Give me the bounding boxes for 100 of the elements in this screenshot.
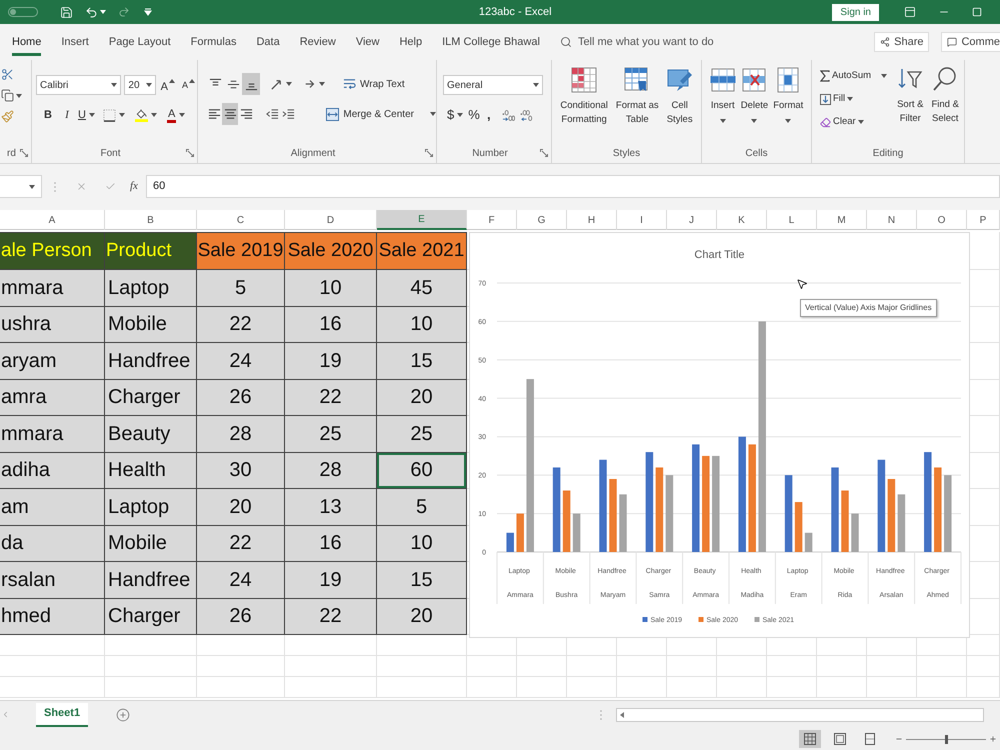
align-right-icon <box>240 108 253 120</box>
wrap-text-button[interactable]: Wrap Text <box>343 73 405 95</box>
caret-icon <box>430 112 436 116</box>
italic-button[interactable]: I <box>60 105 74 125</box>
table-cell: 5 <box>377 489 467 526</box>
column-header[interactable]: E <box>377 210 467 230</box>
percent-button[interactable]: % <box>468 105 480 125</box>
share-button[interactable]: Share <box>874 32 930 52</box>
table-cell: 25 <box>285 416 377 452</box>
find-select-button[interactable]: Find & Select <box>931 66 959 132</box>
dialog-launcher-icon[interactable] <box>20 149 28 157</box>
font-size-dropdown[interactable]: 20 <box>124 75 156 95</box>
font-color-button[interactable]: A <box>166 105 186 125</box>
ribbon-tab[interactable]: ILM College Bhawal <box>442 32 540 56</box>
grid-cell <box>467 656 517 677</box>
clear-button[interactable]: Clear <box>818 112 890 132</box>
formula-input[interactable]: 60 <box>146 175 1000 198</box>
ribbon-tab[interactable]: Review <box>300 32 336 56</box>
group-label: Cells <box>745 146 768 160</box>
decrease-decimal-icon[interactable] <box>520 108 533 122</box>
page-break-icon <box>864 733 876 745</box>
add-sheet-icon[interactable] <box>116 708 130 722</box>
grid-cell <box>517 656 567 677</box>
ribbon-tab[interactable]: Formulas <box>190 32 236 56</box>
font-color-letter: A <box>166 108 176 122</box>
grid-cell <box>517 677 567 698</box>
style-button[interactable]: Cell Styles <box>666 67 694 127</box>
ribbon-tab[interactable]: Help <box>399 32 422 56</box>
align-center-button[interactable] <box>222 103 238 125</box>
cells-button[interactable]: Format <box>773 67 804 123</box>
customize-toolbar-icon[interactable] <box>144 8 152 16</box>
caret-icon <box>168 79 175 83</box>
restore-icon[interactable] <box>972 7 982 17</box>
table-cell: 28 <box>285 452 377 489</box>
dialog-launcher-icon[interactable] <box>186 149 194 157</box>
style-button[interactable]: Conditional Formatting <box>559 67 609 127</box>
ribbon-tab[interactable]: Home <box>12 32 42 56</box>
shrink-font-button[interactable]: A <box>180 75 197 95</box>
cells-button[interactable]: Delete <box>740 67 768 123</box>
scissors-icon[interactable] <box>1 68 14 81</box>
style-button[interactable]: Format as Table <box>614 67 660 127</box>
save-icon[interactable] <box>60 6 73 18</box>
grid-cell <box>817 677 867 698</box>
tell-me-field[interactable]: Tell me what you want to do <box>578 33 738 51</box>
font-name-dropdown[interactable]: Calibri <box>36 75 122 95</box>
ribbon-tab[interactable]: View <box>356 32 380 56</box>
cells-button[interactable]: Insert <box>710 67 736 123</box>
ribbon-tab[interactable]: Insert <box>61 32 89 56</box>
comma-button[interactable]: , <box>484 105 493 125</box>
table-cell: 24 <box>197 562 285 598</box>
caret-icon <box>150 113 157 117</box>
sort-filter-button[interactable]: Sort & Filter <box>897 66 924 132</box>
caret-icon <box>319 82 325 86</box>
group-label: Styles <box>612 146 640 160</box>
bold-button[interactable]: B <box>40 105 56 125</box>
table-cell: 22 <box>197 306 285 343</box>
grow-font-button[interactable]: A <box>158 75 177 95</box>
caret-icon <box>88 113 95 117</box>
undo-button[interactable] <box>85 6 106 18</box>
merge-center-button[interactable]: Merge & Center <box>326 103 436 125</box>
increase-decimal-icon[interactable] <box>502 108 515 122</box>
align-bottom-button[interactable] <box>242 73 260 95</box>
ribbon-tab[interactable]: Page Layout <box>108 32 171 56</box>
increase-indent-icon <box>282 108 295 120</box>
fill-button[interactable]: Fill <box>818 89 890 109</box>
table-cell: 10 <box>377 306 467 343</box>
sheet-tab[interactable]: Sheet1 <box>36 702 88 726</box>
caret-icon <box>100 10 106 14</box>
autosum-button[interactable]: AutoSum <box>818 66 890 86</box>
format-cells-icon <box>775 67 802 93</box>
number-format-dropdown[interactable]: General <box>443 75 543 95</box>
chart-area[interactable] <box>469 232 970 638</box>
redo-icon[interactable] <box>118 6 130 18</box>
zoom-slider[interactable] <box>906 734 986 744</box>
chart-bar <box>516 514 524 552</box>
ribbon-tab[interactable]: Data <box>256 32 280 56</box>
view-button[interactable] <box>799 730 821 748</box>
comments-button[interactable]: Comme <box>941 32 1000 52</box>
ribbon-display-icon[interactable] <box>904 6 916 18</box>
sigma-icon <box>820 70 830 82</box>
zoom-slider-thumb[interactable] <box>945 734 948 744</box>
table-format-icon <box>624 67 650 93</box>
find-select-label: Find & Select <box>931 98 959 126</box>
sign-in-button[interactable]: Sign in <box>832 4 879 20</box>
fill-down-icon <box>820 94 831 104</box>
copy-icon[interactable] <box>1 89 14 102</box>
scroll-left-arrow-icon[interactable] <box>620 712 624 718</box>
paintbrush-icon[interactable] <box>1 110 14 123</box>
table-cell: 20 <box>377 380 467 416</box>
horizontal-scrollbar[interactable] <box>616 708 984 722</box>
zoom-in-icon[interactable] <box>989 735 997 743</box>
group-label: rd <box>7 146 16 160</box>
eraser-icon <box>820 116 831 128</box>
table-cell: 19 <box>285 343 377 380</box>
underline-button[interactable]: U <box>78 105 95 125</box>
dialog-launcher-icon[interactable] <box>540 149 548 157</box>
currency-button[interactable]: $ <box>447 105 464 125</box>
table-cell: 15 <box>377 562 467 598</box>
insert-function-button[interactable]: fx <box>130 178 138 195</box>
dialog-launcher-icon[interactable] <box>425 149 433 157</box>
